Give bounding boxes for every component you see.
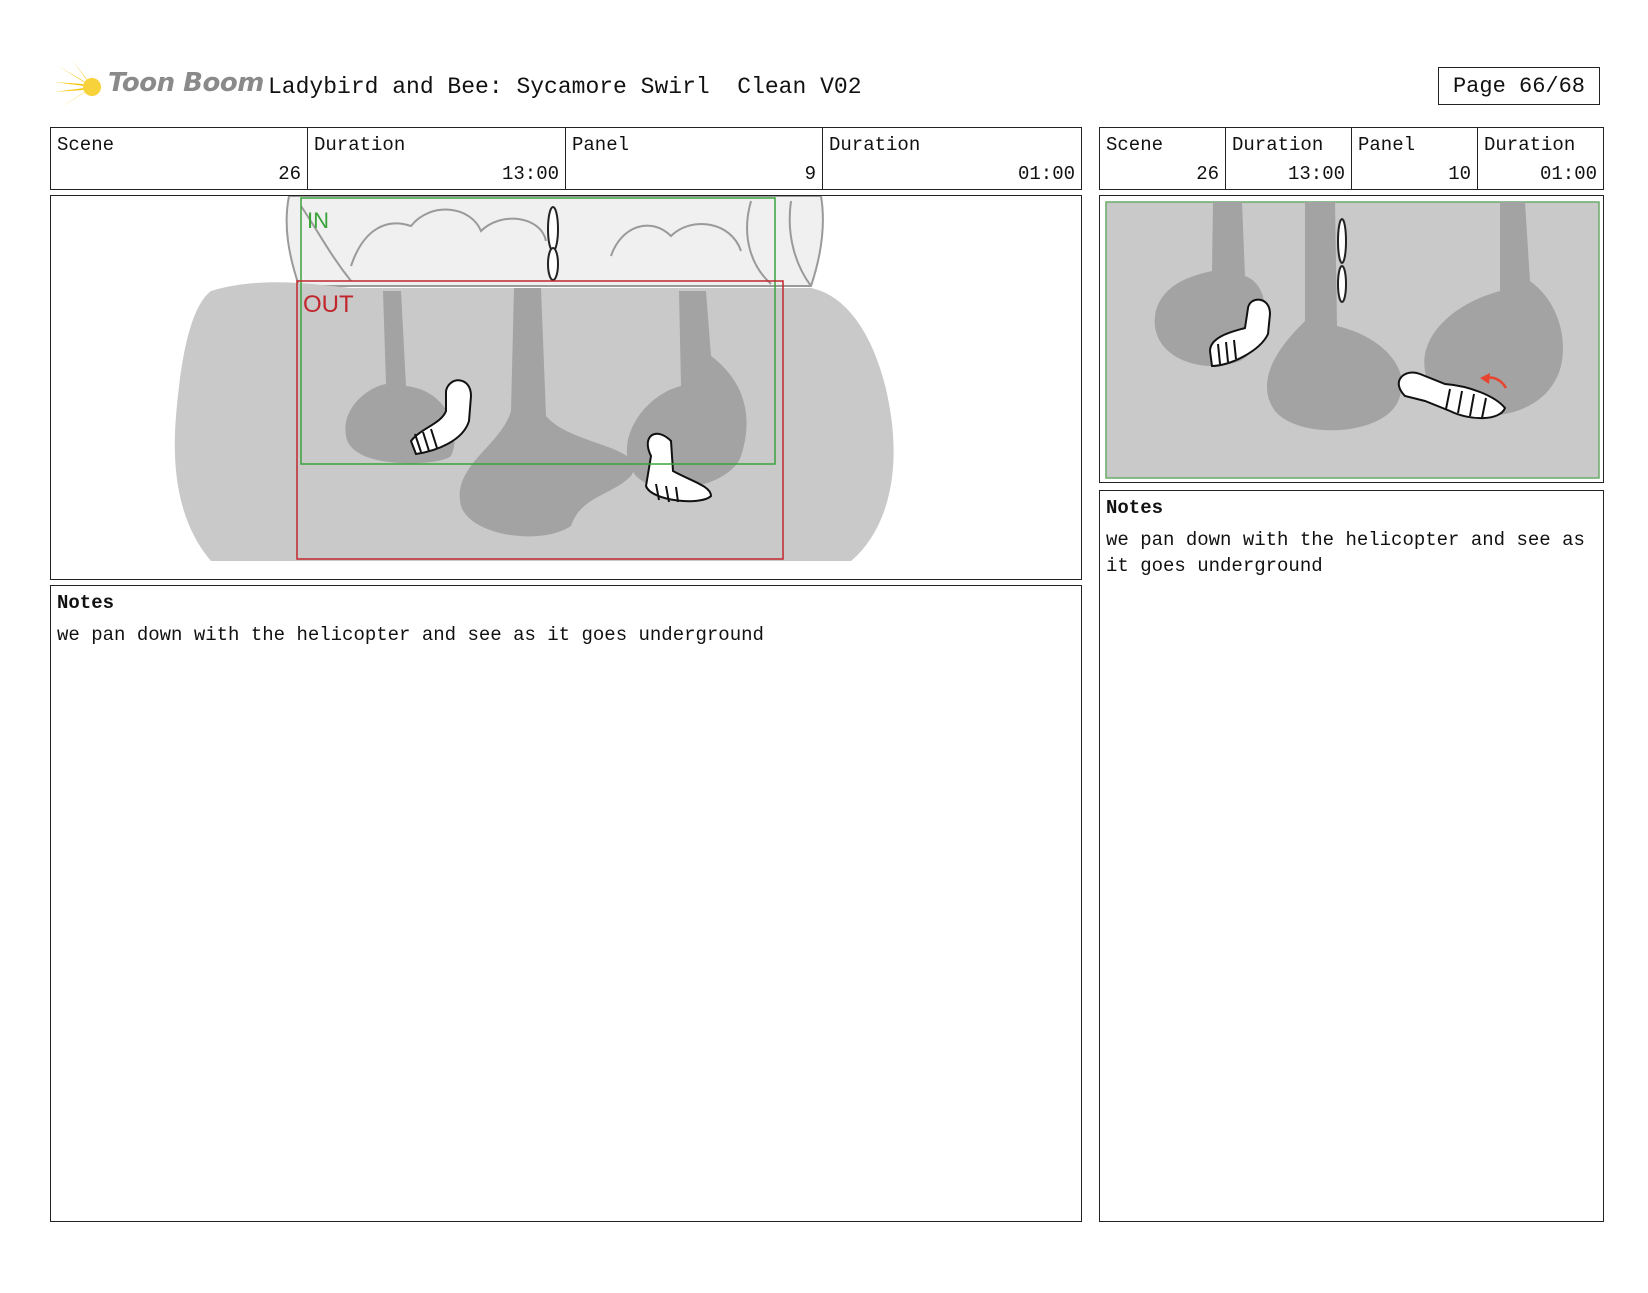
- storyboard-drawing-right: [1105, 201, 1600, 479]
- panel-label: Panel: [1358, 134, 1416, 156]
- panel-duration-cell: Duration 01:00: [823, 128, 1081, 189]
- scene-cell: Scene 26: [51, 128, 308, 189]
- panel-duration-cell: Duration 01:00: [1478, 128, 1603, 189]
- document-title: Ladybird and Bee: Sycamore Swirl Clean V…: [268, 74, 862, 100]
- scene-cell: Scene 26: [1100, 128, 1226, 189]
- notes-label: Notes: [57, 592, 115, 614]
- duration-cell: Duration 13:00: [308, 128, 566, 189]
- panel-cell: Panel 9: [566, 128, 823, 189]
- scene-label: Scene: [1106, 134, 1164, 156]
- in-label: IN: [307, 208, 329, 233]
- scene-value: 26: [278, 163, 301, 185]
- helicopter-seed: [547, 206, 559, 281]
- notes-box-right: Notes we pan down with the helicopter an…: [1099, 490, 1604, 1222]
- duration-value: 13:00: [501, 163, 559, 185]
- toon-boom-logo: Toon Boom: [52, 60, 264, 114]
- helicopter-seed: [1337, 218, 1347, 303]
- panel-cell: Panel 10: [1352, 128, 1478, 189]
- storyboard-frame-right: [1099, 195, 1604, 483]
- panel-duration-label: Duration: [1484, 134, 1576, 156]
- out-label: OUT: [303, 291, 354, 318]
- scene-label: Scene: [57, 134, 115, 156]
- storyboard-frame-left: IN OUT: [50, 195, 1082, 580]
- logo-text: Toon Boom: [108, 68, 264, 98]
- panel-duration-value: 01:00: [1539, 163, 1597, 185]
- notes-label: Notes: [1106, 497, 1164, 519]
- duration-label: Duration: [1232, 134, 1324, 156]
- panel-value: 10: [1448, 163, 1471, 185]
- duration-label: Duration: [314, 134, 406, 156]
- notes-text: we pan down with the helicopter and see …: [57, 624, 764, 646]
- panel-value: 9: [804, 163, 816, 185]
- storyboard-drawing-left: IN OUT: [174, 196, 894, 561]
- panel-info-left: Scene 26 Duration 13:00 Panel 9 Duration…: [50, 127, 1082, 190]
- panel-duration-label: Duration: [829, 134, 921, 156]
- scene-value: 26: [1196, 163, 1219, 185]
- panel-duration-value: 01:00: [1017, 163, 1075, 185]
- panel-info-right: Scene 26 Duration 13:00 Panel 10 Duratio…: [1099, 127, 1604, 190]
- notes-box-left: Notes we pan down with the helicopter an…: [50, 585, 1082, 1222]
- panel-label: Panel: [572, 134, 630, 156]
- duration-value: 13:00: [1287, 163, 1345, 185]
- sun-burst-icon: [54, 60, 101, 114]
- page-number: Page 66/68: [1438, 67, 1600, 105]
- duration-cell: Duration 13:00: [1226, 128, 1352, 189]
- notes-text: we pan down with the helicopter and see …: [1106, 529, 1585, 577]
